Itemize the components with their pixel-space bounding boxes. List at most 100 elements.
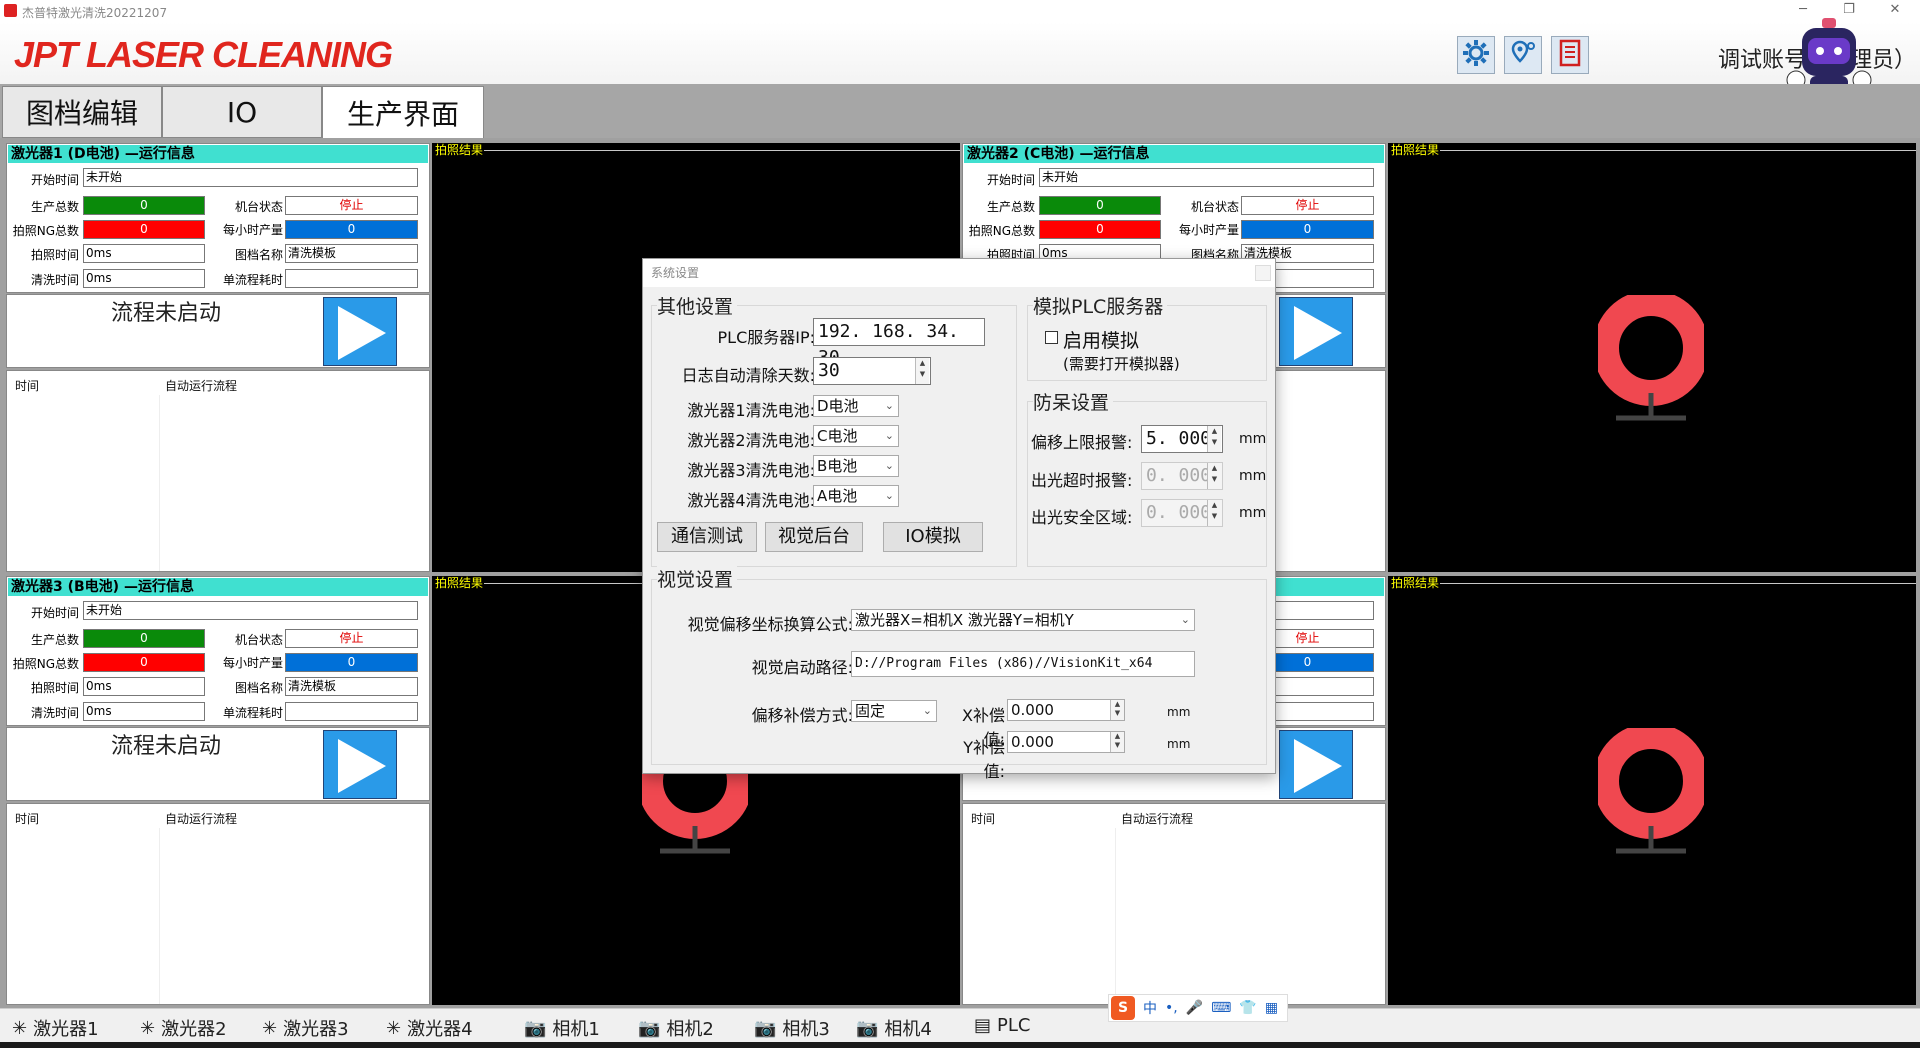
window-titlebar: 杰普特激光清洗20221207 ─ ❐ ✕ <box>0 0 1920 22</box>
report-icon <box>1555 38 1585 72</box>
safe-zone-label: 出光安全区域: <box>1031 508 1133 527</box>
laser-icon: ✳ <box>386 1017 402 1039</box>
laser4-battery-select[interactable]: A电池 ⌄ <box>813 485 899 507</box>
laser3-battery-label: 激光器3清洗电池: <box>687 461 815 480</box>
io-sim-button[interactable]: IO模拟 <box>883 522 983 552</box>
shirt-icon[interactable]: 👕 <box>1239 1000 1256 1016</box>
laser4-start-button[interactable] <box>1279 730 1353 799</box>
photo-time-label: 拍照时间 <box>30 681 79 695</box>
select-value: A电池 <box>817 487 858 505</box>
bottom-tab-label: 相机4 <box>884 1019 932 1040</box>
camera-icon: 📷 <box>856 1017 879 1039</box>
file-name-field: 清洗模板 <box>285 677 418 696</box>
laser3-log-table: 时间 自动运行流程 <box>6 803 430 1005</box>
laser1-start-button[interactable] <box>323 297 397 366</box>
location-button[interactable] <box>1504 36 1542 74</box>
camera1-frame-line <box>480 150 960 151</box>
ng-total-label: 拍照NG总数 <box>12 224 79 238</box>
chevron-down-icon: ⌄ <box>884 489 894 502</box>
hourly-output-field: 0 <box>285 653 418 672</box>
bottom-tab-laser1[interactable]: ✳ 激光器1 <box>12 1015 99 1041</box>
laser2-start-button[interactable] <box>1279 297 1353 366</box>
x-comp-spinner[interactable]: ▲ ▼ <box>1110 700 1124 720</box>
close-button[interactable]: ✕ <box>1872 0 1918 22</box>
bottom-tab-laser2[interactable]: ✳ 激光器2 <box>140 1015 227 1041</box>
plc-sim-title: 模拟PLC服务器 <box>1033 292 1168 319</box>
log-days-input[interactable]: 30 <box>813 357 931 385</box>
ng-total-field: 0 <box>83 220 205 239</box>
keyboard-icon[interactable]: ⌨ <box>1211 1000 1231 1016</box>
bottom-tab-camera2[interactable]: 📷 相机2 <box>638 1015 714 1041</box>
log-col-flow: 自动运行流程 <box>165 812 238 826</box>
enable-sim-label: 启用模拟 <box>1063 330 1140 352</box>
vision-backend-button[interactable]: 视觉后台 <box>765 522 863 552</box>
map-pin-icon <box>1508 38 1538 72</box>
bottom-tab-label: 激光器3 <box>283 1019 349 1040</box>
bottom-tab-camera4[interactable]: 📷 相机4 <box>856 1015 932 1041</box>
photo-time-label: 拍照时间 <box>30 248 79 262</box>
mic-icon[interactable]: 🎤 <box>1186 1000 1203 1016</box>
ime-punct[interactable]: •, <box>1165 1000 1178 1016</box>
log-col-flow: 自动运行流程 <box>165 379 238 393</box>
offset-unit: mm <box>1239 431 1267 447</box>
settings-button[interactable] <box>1457 36 1495 74</box>
tab-production[interactable]: 生产界面 <box>322 86 484 138</box>
laser2-battery-select[interactable]: C电池 ⌄ <box>813 425 899 447</box>
ime-logo-icon[interactable]: S <box>1111 996 1135 1020</box>
bottom-tab-plc[interactable]: ▤ PLC <box>974 1015 1030 1036</box>
hourly-output-label: 每小时产量 <box>1178 223 1239 237</box>
main-tabbar: 图档编辑 IO 生产界面 <box>0 84 1920 138</box>
flow-status-text: 流程未启动 <box>111 301 222 326</box>
laser3-info-panel: 激光器3 (B电池) —运行信息 开始时间 未开始 生产总数 0 机台状态 停止… <box>6 576 430 726</box>
bottom-tab-label: 相机2 <box>666 1019 714 1040</box>
vision-settings-title: 视觉设置 <box>657 565 738 592</box>
camera4-frame-line <box>1436 583 1916 584</box>
x-comp-input[interactable]: 0.000 <box>1007 699 1125 721</box>
plc-sim-note: (需要打开模拟器) <box>1063 355 1180 373</box>
cycle-time-label: 单流程耗时 <box>222 706 283 720</box>
start-time-field: 未开始 <box>1039 168 1374 187</box>
bottom-tab-laser3[interactable]: ✳ 激光器3 <box>262 1015 349 1041</box>
offset-alarm-spinner[interactable]: ▲ ▼ <box>1207 426 1221 452</box>
bottom-tab-laser4[interactable]: ✳ 激光器4 <box>386 1015 473 1041</box>
formula-select[interactable]: 激光器X=相机X 激光器Y=相机Y ⌄ <box>851 609 1195 631</box>
cycle-time-field <box>285 269 418 288</box>
y-comp-spinner[interactable]: ▲ ▼ <box>1110 732 1124 752</box>
laser3-battery-select[interactable]: B电池 ⌄ <box>813 455 899 477</box>
report-button[interactable] <box>1551 36 1589 74</box>
enable-sim-checkbox[interactable] <box>1045 331 1058 344</box>
machine-state-label: 机台状态 <box>234 633 283 647</box>
file-name-label: 图档名称 <box>234 681 283 695</box>
x-comp-unit: mm <box>1167 705 1191 719</box>
plc-ip-input[interactable]: 192. 168. 34. 30 <box>813 318 985 368</box>
tab-drawing-edit[interactable]: 图档编辑 <box>2 86 162 138</box>
chevron-down-icon: ⌄ <box>1180 613 1190 626</box>
other-settings-title: 其他设置 <box>657 292 738 319</box>
ime-mode[interactable]: 中 <box>1143 998 1157 1018</box>
comp-mode-select[interactable]: 固定 ⌄ <box>851 700 937 722</box>
bottom-tab-camera1[interactable]: 📷 相机1 <box>524 1015 600 1041</box>
laser-icon: ✳ <box>12 1017 28 1039</box>
log-days-spinner[interactable]: ▲ ▼ <box>915 358 929 384</box>
dialog-close-button[interactable] <box>1255 265 1271 281</box>
vision-path-input[interactable]: D://Program Files (x86)//VisionKit_x64 <box>851 651 1195 677</box>
system-settings-dialog: 系统设置 其他设置 PLC服务器IP: 192. 168. 34. 30 日志自… <box>642 258 1276 781</box>
machine-state-label: 机台状态 <box>234 200 283 214</box>
log-days-label: 日志自动清除天数: <box>681 366 815 385</box>
y-comp-input[interactable]: 0.000 <box>1007 731 1125 753</box>
apps-icon[interactable]: ▦ <box>1265 1000 1278 1016</box>
comm-test-button[interactable]: 通信测试 <box>657 522 757 552</box>
laser4-battery-label: 激光器4清洗电池: <box>687 491 815 510</box>
machine-state-field: 停止 <box>285 196 418 215</box>
tab-io[interactable]: IO <box>162 86 322 138</box>
camera1-label: 拍照结果 <box>434 143 485 157</box>
timeout-alarm-spinner[interactable]: ▲ ▼ <box>1207 463 1221 489</box>
machine-state-field: 停止 <box>285 629 418 648</box>
laser3-start-button[interactable] <box>323 730 397 799</box>
laser1-battery-select[interactable]: D电池 ⌄ <box>813 395 899 417</box>
clean-time-label: 清洗时间 <box>30 273 79 287</box>
bottom-tab-label: 激光器4 <box>407 1019 473 1040</box>
safe-zone-spinner[interactable]: ▲ ▼ <box>1207 500 1221 526</box>
bottom-tab-camera3[interactable]: 📷 相机3 <box>754 1015 830 1041</box>
bottom-tab-label: 激光器2 <box>161 1019 227 1040</box>
